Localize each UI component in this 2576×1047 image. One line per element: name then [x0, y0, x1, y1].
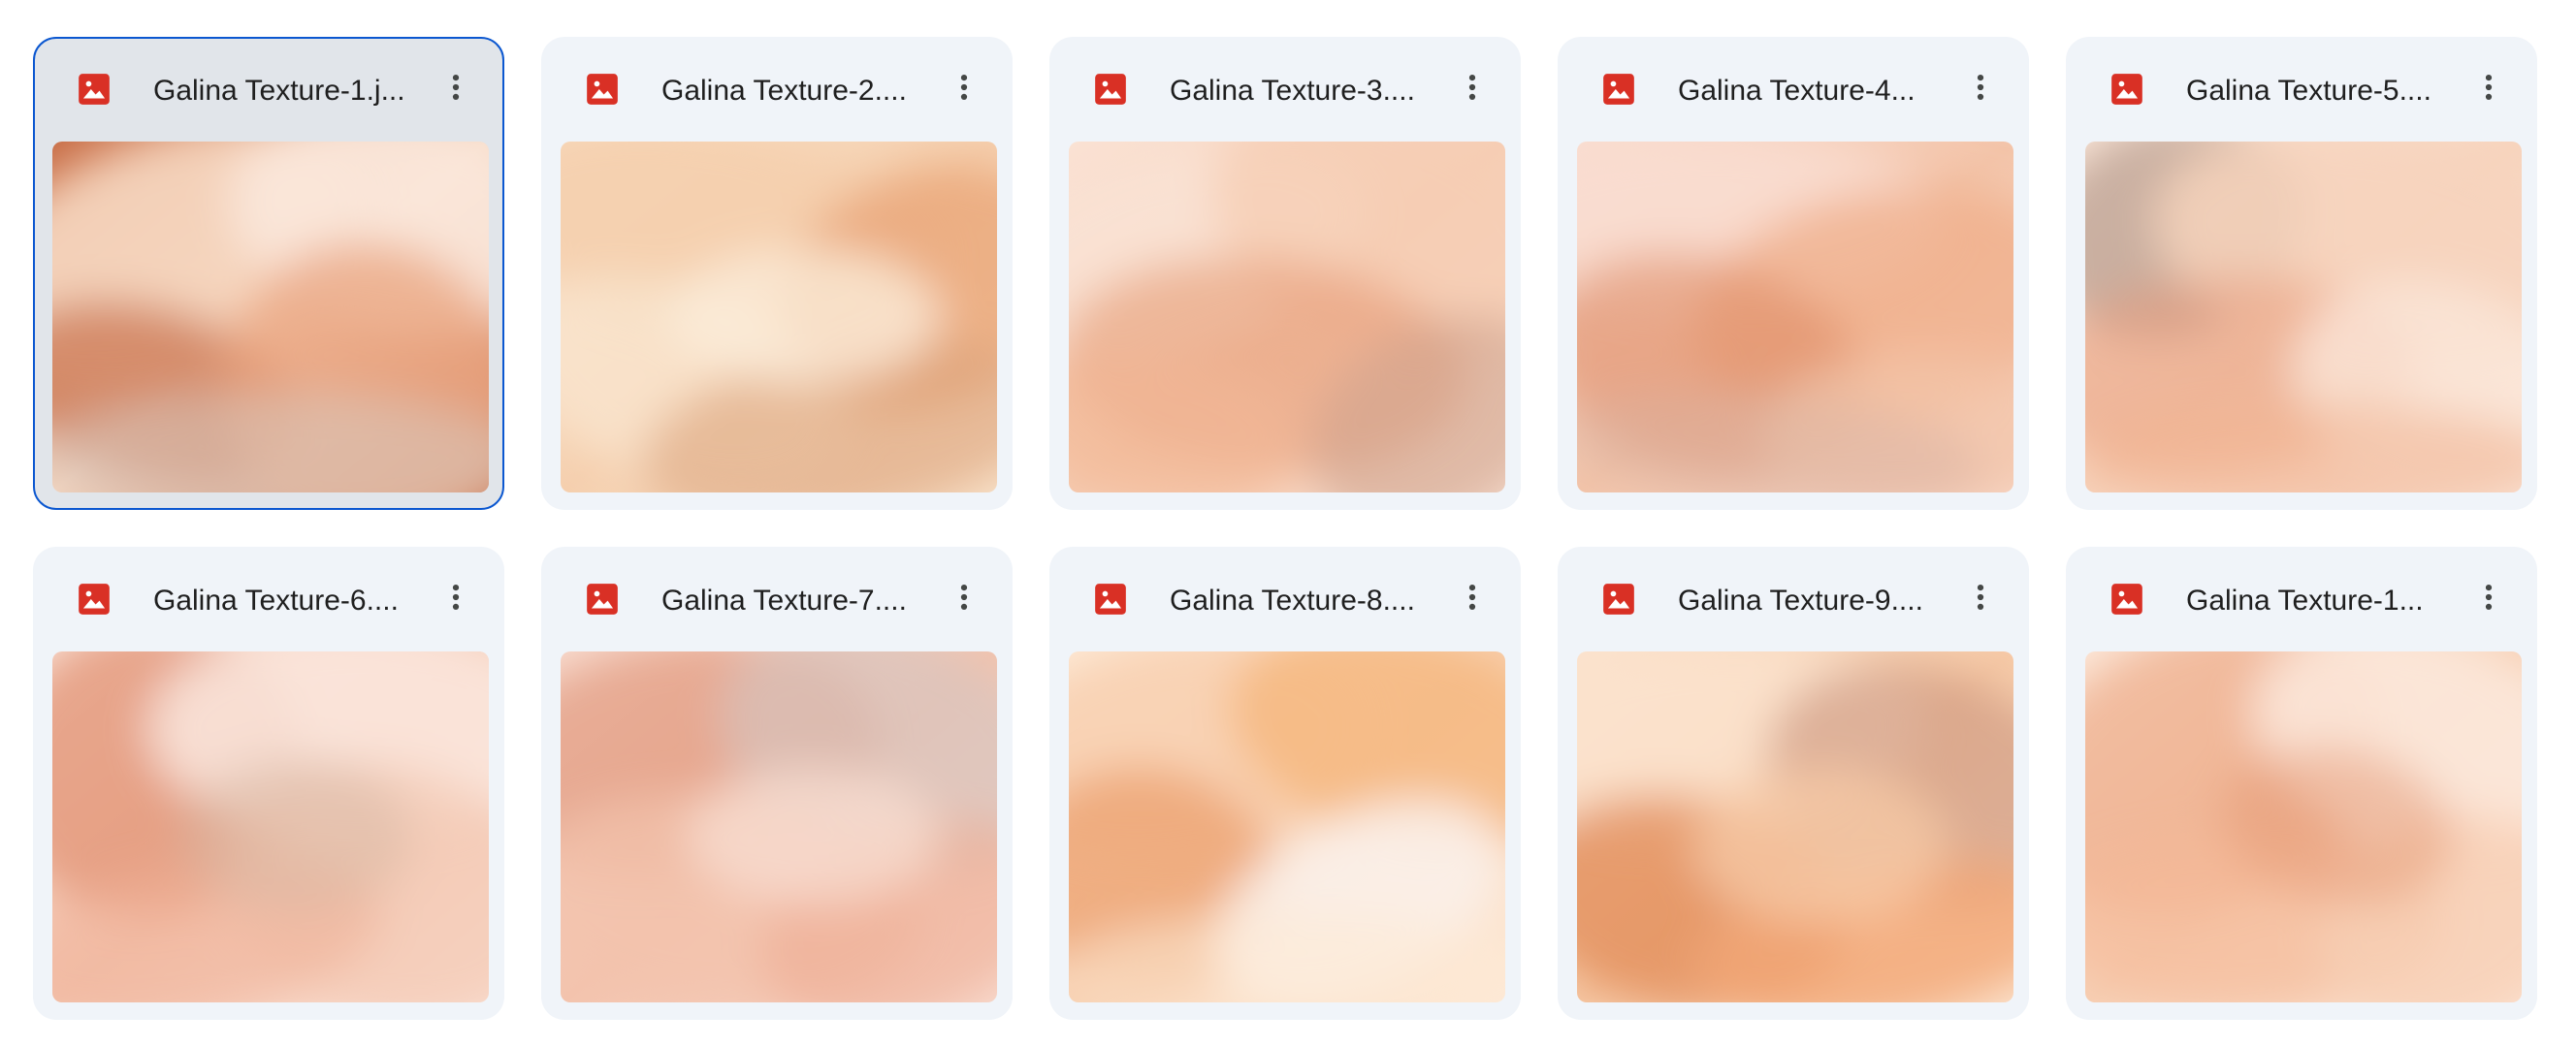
- more-vert-icon: [948, 581, 981, 619]
- more-vert-icon: [2472, 71, 2505, 109]
- more-actions-button[interactable]: [2467, 68, 2510, 111]
- file-card-header: Galina Texture-1...: [2068, 549, 2535, 651]
- more-actions-button[interactable]: [1959, 578, 2002, 620]
- file-name: Galina Texture-4...: [1678, 75, 1916, 107]
- file-name: Galina Texture-3....: [1170, 75, 1415, 107]
- file-thumbnail[interactable]: [1577, 651, 2013, 1002]
- more-vert-icon: [1456, 581, 1489, 619]
- image-file-icon: [2109, 71, 2145, 108]
- file-thumbnail[interactable]: [52, 142, 489, 492]
- more-actions-button[interactable]: [1451, 578, 1494, 620]
- file-name: Galina Texture-1.j...: [153, 75, 405, 107]
- file-thumbnail[interactable]: [561, 651, 997, 1002]
- more-actions-button[interactable]: [435, 578, 477, 620]
- file-card[interactable]: Galina Texture-3....: [1049, 37, 1521, 510]
- file-card[interactable]: Galina Texture-4...: [1558, 37, 2029, 510]
- file-name: Galina Texture-5....: [2186, 75, 2431, 107]
- image-file-icon: [76, 71, 113, 108]
- more-vert-icon: [439, 581, 472, 619]
- file-card[interactable]: Galina Texture-9....: [1558, 547, 2029, 1020]
- file-name: Galina Texture-8....: [1170, 585, 1415, 617]
- image-file-icon: [1600, 71, 1637, 108]
- file-name: Galina Texture-7....: [661, 585, 907, 617]
- file-card[interactable]: Galina Texture-2....: [541, 37, 1013, 510]
- more-vert-icon: [1456, 71, 1489, 109]
- more-vert-icon: [1964, 581, 1997, 619]
- more-vert-icon: [1964, 71, 1997, 109]
- more-actions-button[interactable]: [1959, 68, 2002, 111]
- image-file-icon: [584, 581, 621, 618]
- more-vert-icon: [439, 71, 472, 109]
- more-vert-icon: [2472, 581, 2505, 619]
- file-card-header: Galina Texture-9....: [1560, 549, 2027, 651]
- file-thumbnail[interactable]: [2085, 651, 2522, 1002]
- image-file-icon: [1092, 581, 1129, 618]
- image-file-icon: [76, 581, 113, 618]
- file-card[interactable]: Galina Texture-7....: [541, 547, 1013, 1020]
- image-file-icon: [2109, 581, 2145, 618]
- file-card[interactable]: Galina Texture-1...: [2066, 547, 2537, 1020]
- more-vert-icon: [948, 71, 981, 109]
- more-actions-button[interactable]: [2467, 578, 2510, 620]
- file-card-header: Galina Texture-7....: [543, 549, 1011, 651]
- file-thumbnail[interactable]: [1069, 142, 1505, 492]
- image-file-icon: [1092, 71, 1129, 108]
- file-name: Galina Texture-2....: [661, 75, 907, 107]
- more-actions-button[interactable]: [943, 578, 985, 620]
- more-actions-button[interactable]: [1451, 68, 1494, 111]
- file-card-header: Galina Texture-5....: [2068, 39, 2535, 142]
- file-card[interactable]: Galina Texture-5....: [2066, 37, 2537, 510]
- file-thumbnail[interactable]: [1577, 142, 2013, 492]
- file-name: Galina Texture-9....: [1678, 585, 1923, 617]
- file-card-header: Galina Texture-3....: [1051, 39, 1519, 142]
- file-card[interactable]: Galina Texture-1.j...: [33, 37, 504, 510]
- file-card-header: Galina Texture-1.j...: [35, 39, 502, 142]
- file-card-header: Galina Texture-2....: [543, 39, 1011, 142]
- file-card-header: Galina Texture-8....: [1051, 549, 1519, 651]
- file-name: Galina Texture-1...: [2186, 585, 2424, 617]
- file-grid: Galina Texture-1.j... Galina Texture-2...…: [33, 37, 2537, 1020]
- file-card-header: Galina Texture-4...: [1560, 39, 2027, 142]
- image-file-icon: [1600, 581, 1637, 618]
- file-name: Galina Texture-6....: [153, 585, 399, 617]
- file-thumbnail[interactable]: [1069, 651, 1505, 1002]
- file-card-header: Galina Texture-6....: [35, 549, 502, 651]
- file-thumbnail[interactable]: [561, 142, 997, 492]
- more-actions-button[interactable]: [435, 68, 477, 111]
- more-actions-button[interactable]: [943, 68, 985, 111]
- file-card[interactable]: Galina Texture-6....: [33, 547, 504, 1020]
- file-thumbnail[interactable]: [52, 651, 489, 1002]
- file-thumbnail[interactable]: [2085, 142, 2522, 492]
- file-card[interactable]: Galina Texture-8....: [1049, 547, 1521, 1020]
- image-file-icon: [584, 71, 621, 108]
